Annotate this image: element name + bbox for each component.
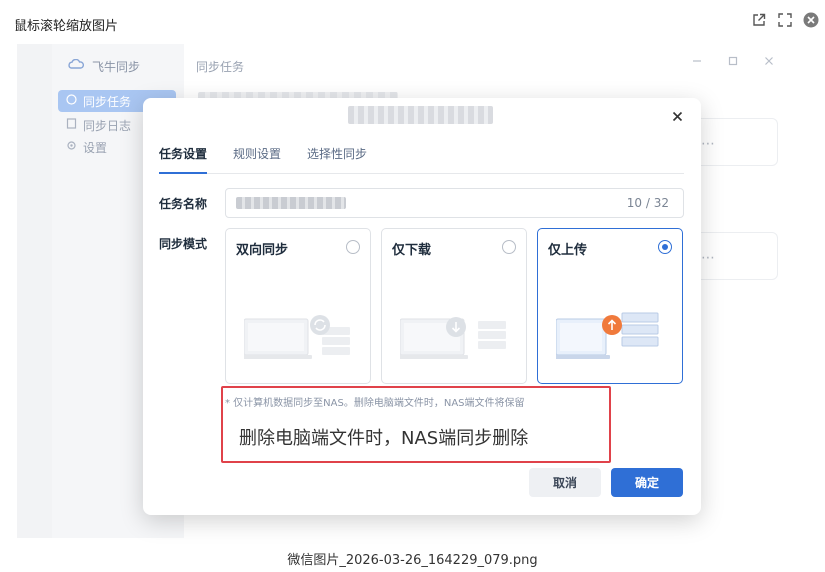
mode-radio[interactable] bbox=[346, 240, 360, 254]
app-logo: 飞牛同步 bbox=[68, 58, 140, 75]
minimize-icon[interactable] bbox=[690, 54, 704, 68]
open-external-icon[interactable] bbox=[751, 12, 767, 28]
bidirectional-sync-illustration bbox=[244, 315, 350, 359]
dialog-tabs: 任务设置 规则设置 选择性同步 bbox=[159, 144, 684, 174]
mode-title: 双向同步 bbox=[236, 243, 289, 258]
annotation-text: 删除电脑端文件时，NAS端同步删除 bbox=[239, 428, 529, 449]
tab-task-settings[interactable]: 任务设置 bbox=[159, 144, 208, 174]
close-icon[interactable] bbox=[762, 54, 776, 68]
upload-only-illustration bbox=[556, 312, 659, 359]
mode-title: 仅上传 bbox=[548, 243, 588, 258]
image-filename: 微信图片_2026-03-26_164229_079.png bbox=[287, 553, 538, 568]
close-icon[interactable] bbox=[669, 108, 685, 124]
viewer-toolbar bbox=[751, 12, 819, 28]
mode-title: 仅下载 bbox=[392, 243, 432, 258]
task-name-input[interactable]: 10 / 32 bbox=[225, 188, 684, 218]
confirm-button[interactable]: 确定 bbox=[611, 468, 683, 497]
page-title: 同步任务 bbox=[196, 60, 245, 74]
mode-card-download-only[interactable]: 仅下载 bbox=[381, 228, 527, 384]
char-counter: 10 / 32 bbox=[626, 196, 669, 210]
sync-task-icon bbox=[66, 94, 77, 108]
more-icon[interactable]: ⋯ bbox=[701, 136, 715, 152]
download-only-illustration bbox=[400, 317, 506, 359]
tab-rule-settings[interactable]: 规则设置 bbox=[233, 144, 281, 174]
task-name-label: 任务名称 bbox=[159, 197, 208, 211]
mode-card-upload-only[interactable]: 仅上传 bbox=[537, 228, 683, 384]
log-icon bbox=[66, 118, 77, 132]
mode-card-bidirectional[interactable]: 双向同步 bbox=[225, 228, 371, 384]
mode-radio-selected[interactable] bbox=[658, 240, 672, 254]
sidebar-item-label: 同步日志 bbox=[83, 118, 132, 133]
viewer-title: 鼠标滚轮缩放图片 bbox=[14, 19, 119, 34]
task-settings-dialog: 任务设置 规则设置 选择性同步 任务名称 10 / 32 同步模式 双向同步 仅… bbox=[143, 98, 701, 515]
maximize-icon[interactable] bbox=[726, 54, 740, 68]
redacted-task-name bbox=[236, 197, 346, 209]
tab-selective-sync[interactable]: 选择性同步 bbox=[307, 144, 367, 174]
fullscreen-icon[interactable] bbox=[777, 12, 793, 28]
cancel-button[interactable]: 取消 bbox=[529, 468, 601, 497]
sidebar-item-label: 设置 bbox=[83, 140, 108, 155]
gear-icon bbox=[66, 140, 77, 154]
more-icon[interactable]: ⋯ bbox=[701, 250, 715, 266]
window-controls bbox=[690, 54, 776, 68]
sync-mode-label: 同步模式 bbox=[159, 237, 208, 251]
sidebar-item-label: 同步任务 bbox=[83, 94, 132, 109]
cloud-sync-icon bbox=[68, 58, 85, 74]
mode-radio[interactable] bbox=[502, 240, 516, 254]
app-name: 飞牛同步 bbox=[92, 60, 141, 74]
close-viewer-icon[interactable] bbox=[803, 12, 819, 28]
redacted-dialog-title bbox=[348, 106, 493, 124]
